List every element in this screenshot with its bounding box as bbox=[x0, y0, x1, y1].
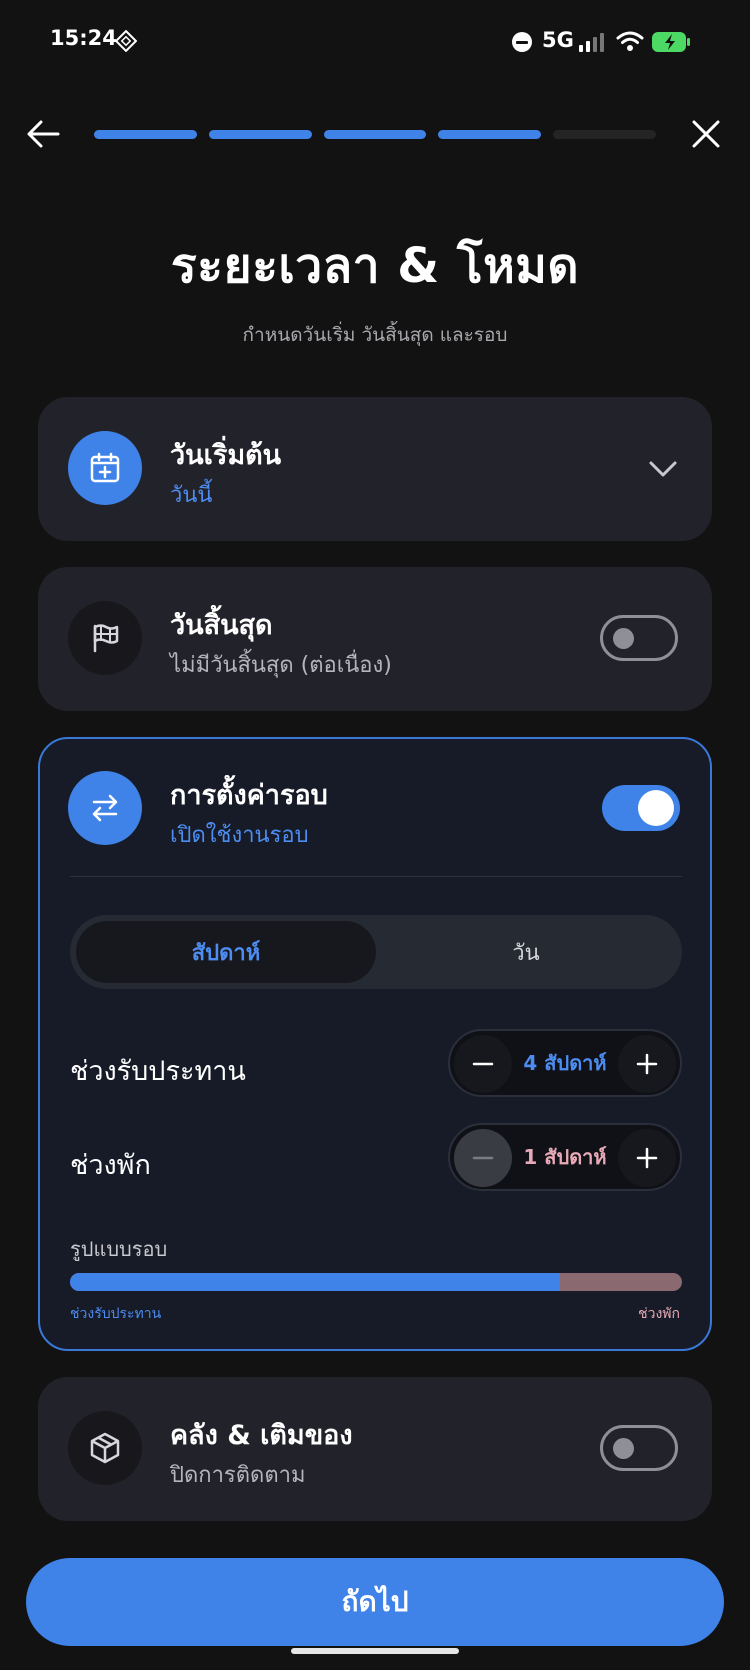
intake-period-label: ช่วงรับประทาน bbox=[70, 1056, 246, 1087]
progress-segment bbox=[323, 130, 427, 139]
page-subtitle: กำหนดวันเริ่ม วันสิ้นสุด และรอบ bbox=[242, 324, 508, 346]
status-time: 15:24 bbox=[50, 26, 117, 50]
inventory-toggle[interactable] bbox=[600, 1425, 678, 1471]
divider bbox=[70, 876, 682, 877]
page-title: ระยะเวลา & โหมด bbox=[170, 238, 580, 294]
step-progress bbox=[94, 130, 656, 139]
toggle-knob bbox=[638, 790, 674, 826]
toggle-knob bbox=[613, 628, 634, 649]
end-date-value: ไม่มีวันสิ้นสุด (ต่อเนื่อง) bbox=[170, 653, 392, 678]
next-button[interactable]: ถัดไป bbox=[26, 1558, 724, 1646]
inventory-card[interactable]: คลัง & เติมของ ปิดการติดตาม bbox=[38, 1377, 712, 1521]
back-arrow-icon[interactable] bbox=[24, 114, 64, 154]
cycle-pattern-label: รูปแบบรอบ bbox=[70, 1237, 168, 1261]
swap-arrows-icon bbox=[68, 771, 142, 845]
break-decrement-button[interactable] bbox=[454, 1129, 512, 1187]
vpn-icon bbox=[115, 30, 137, 52]
inventory-title: คลัง & เติมของ bbox=[170, 1420, 353, 1451]
break-period-label: ช่วงพัก bbox=[70, 1150, 151, 1181]
inventory-value: ปิดการติดตาม bbox=[170, 1463, 306, 1488]
intake-decrement-button[interactable] bbox=[454, 1035, 512, 1093]
intake-period-stepper: 4 สัปดาห์ bbox=[448, 1029, 682, 1097]
cycle-pattern-bar bbox=[70, 1273, 682, 1291]
package-icon bbox=[68, 1411, 142, 1485]
break-period-value: 1 สัปดาห์ bbox=[523, 1145, 607, 1169]
chevron-down-icon[interactable] bbox=[648, 457, 678, 481]
cycle-title: การตั้งค่ารอบ bbox=[170, 780, 328, 811]
minus-icon bbox=[472, 1062, 494, 1066]
break-period-stepper: 1 สัปดาห์ bbox=[448, 1123, 682, 1191]
cycle-value: เปิดใช้งานรอบ bbox=[170, 823, 309, 848]
pattern-intake-caption: ช่วงรับประทาน bbox=[70, 1306, 162, 1322]
start-date-card[interactable]: วันเริ่มต้น วันนี้ bbox=[38, 397, 712, 541]
start-date-title: วันเริ่มต้น bbox=[170, 440, 282, 471]
flag-icon bbox=[68, 601, 142, 675]
cycle-pattern-intake-fill bbox=[70, 1273, 560, 1291]
end-date-title: วันสิ้นสุด bbox=[170, 610, 273, 641]
signal-icon bbox=[579, 33, 604, 52]
progress-segment bbox=[438, 130, 542, 139]
end-date-card[interactable]: วันสิ้นสุด ไม่มีวันสิ้นสุด (ต่อเนื่อง) bbox=[38, 567, 712, 711]
pattern-break-caption: ช่วงพัก bbox=[638, 1306, 680, 1322]
do-not-disturb-icon bbox=[512, 32, 532, 52]
break-increment-button[interactable] bbox=[618, 1129, 676, 1187]
calendar-plus-icon bbox=[68, 431, 142, 505]
intake-period-value: 4 สัปดาห์ bbox=[523, 1051, 607, 1075]
end-date-toggle[interactable] bbox=[600, 615, 678, 661]
plus-icon bbox=[636, 1147, 658, 1169]
unit-option-weeks[interactable]: สัปดาห์ bbox=[76, 921, 376, 983]
progress-segment bbox=[553, 130, 656, 139]
battery-charging-icon bbox=[652, 32, 690, 52]
intake-increment-button[interactable] bbox=[618, 1035, 676, 1093]
cycle-toggle[interactable] bbox=[602, 785, 680, 831]
minus-icon bbox=[472, 1156, 494, 1160]
network-type: 5G bbox=[542, 28, 574, 52]
unit-option-days[interactable]: วัน bbox=[376, 921, 676, 983]
toggle-knob bbox=[613, 1438, 634, 1459]
plus-icon bbox=[636, 1053, 658, 1075]
progress-segment bbox=[208, 130, 312, 139]
start-date-value: วันนี้ bbox=[170, 483, 213, 508]
progress-segment bbox=[94, 130, 197, 139]
cycle-unit-segmented-control: สัปดาห์ วัน bbox=[70, 915, 682, 989]
close-icon[interactable] bbox=[686, 114, 726, 154]
home-indicator bbox=[291, 1648, 459, 1654]
cycle-settings-card: การตั้งค่ารอบ เปิดใช้งานรอบ สัปดาห์ วัน … bbox=[38, 737, 712, 1351]
wifi-icon bbox=[616, 31, 644, 51]
